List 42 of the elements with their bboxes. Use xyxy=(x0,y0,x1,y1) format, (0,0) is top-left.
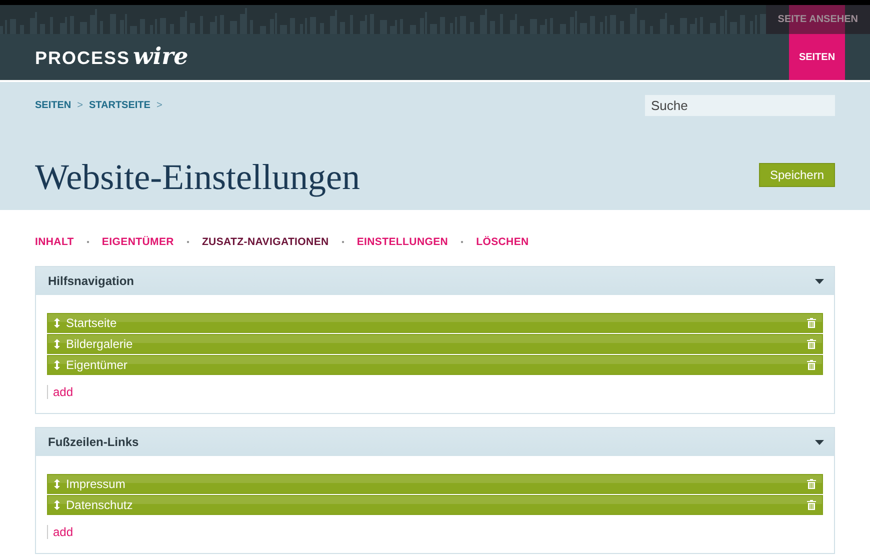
tab[interactable]: INHALT xyxy=(35,236,74,248)
breadcrumb-separator: > xyxy=(77,100,83,111)
list-item[interactable]: Startseite xyxy=(47,313,823,333)
drag-handle-icon[interactable] xyxy=(54,479,60,489)
nav-tab[interactable]: SEITEN xyxy=(789,34,845,80)
item-label: Impressum xyxy=(66,477,126,491)
drag-handle-icon[interactable] xyxy=(54,318,60,328)
trash-icon[interactable] xyxy=(807,339,816,349)
add-link[interactable]: add xyxy=(47,525,74,539)
tab[interactable]: ZUSATZ-NAVIGATIONEN xyxy=(202,236,329,248)
list-item[interactable]: Datenschutz xyxy=(47,495,823,515)
tab[interactable]: LÖSCHEN xyxy=(476,236,529,248)
tab[interactable]: EIGENTÜMER xyxy=(102,236,174,248)
trash-icon[interactable] xyxy=(807,360,816,370)
item-label: Bildergalerie xyxy=(66,337,134,351)
panel-header[interactable]: Fußzeilen-Links xyxy=(36,428,834,456)
caret-icon[interactable] xyxy=(815,278,824,284)
save-button[interactable]: Speichern xyxy=(759,163,835,187)
add-link[interactable]: add xyxy=(47,385,74,399)
breadcrumb-separator: > xyxy=(156,100,162,111)
page-title: Website-Einstellungen xyxy=(35,156,360,198)
list-item[interactable]: Eigentümer xyxy=(47,355,823,375)
panel-header[interactable]: Hilfsnavigation xyxy=(36,267,834,295)
list-item[interactable]: Impressum xyxy=(47,474,823,494)
panel-title: Fußzeilen-Links xyxy=(48,435,139,449)
trash-icon[interactable] xyxy=(807,479,816,489)
logo: PROCESS wire xyxy=(35,43,188,70)
item-label: Eigentümer xyxy=(66,358,128,372)
tab[interactable]: EINSTELLUNGEN xyxy=(356,236,448,248)
list-item[interactable]: Bildergalerie xyxy=(47,334,823,354)
drag-handle-icon[interactable] xyxy=(54,500,60,510)
search-field[interactable]: Suche xyxy=(645,95,835,116)
drag-handle-icon[interactable] xyxy=(54,339,60,349)
drag-handle-icon[interactable] xyxy=(54,360,60,370)
breadcrumb-link[interactable]: STARTSEITE xyxy=(88,100,150,111)
item-label: Datenschutz xyxy=(66,498,134,512)
trash-icon[interactable] xyxy=(807,318,816,328)
breadcrumb-link[interactable]: SEITEN xyxy=(35,100,72,111)
caret-icon[interactable] xyxy=(815,440,824,444)
panel-title: Hilfsnavigation xyxy=(48,274,134,288)
item-label: Startseite xyxy=(66,316,118,330)
trash-icon[interactable] xyxy=(807,500,816,510)
